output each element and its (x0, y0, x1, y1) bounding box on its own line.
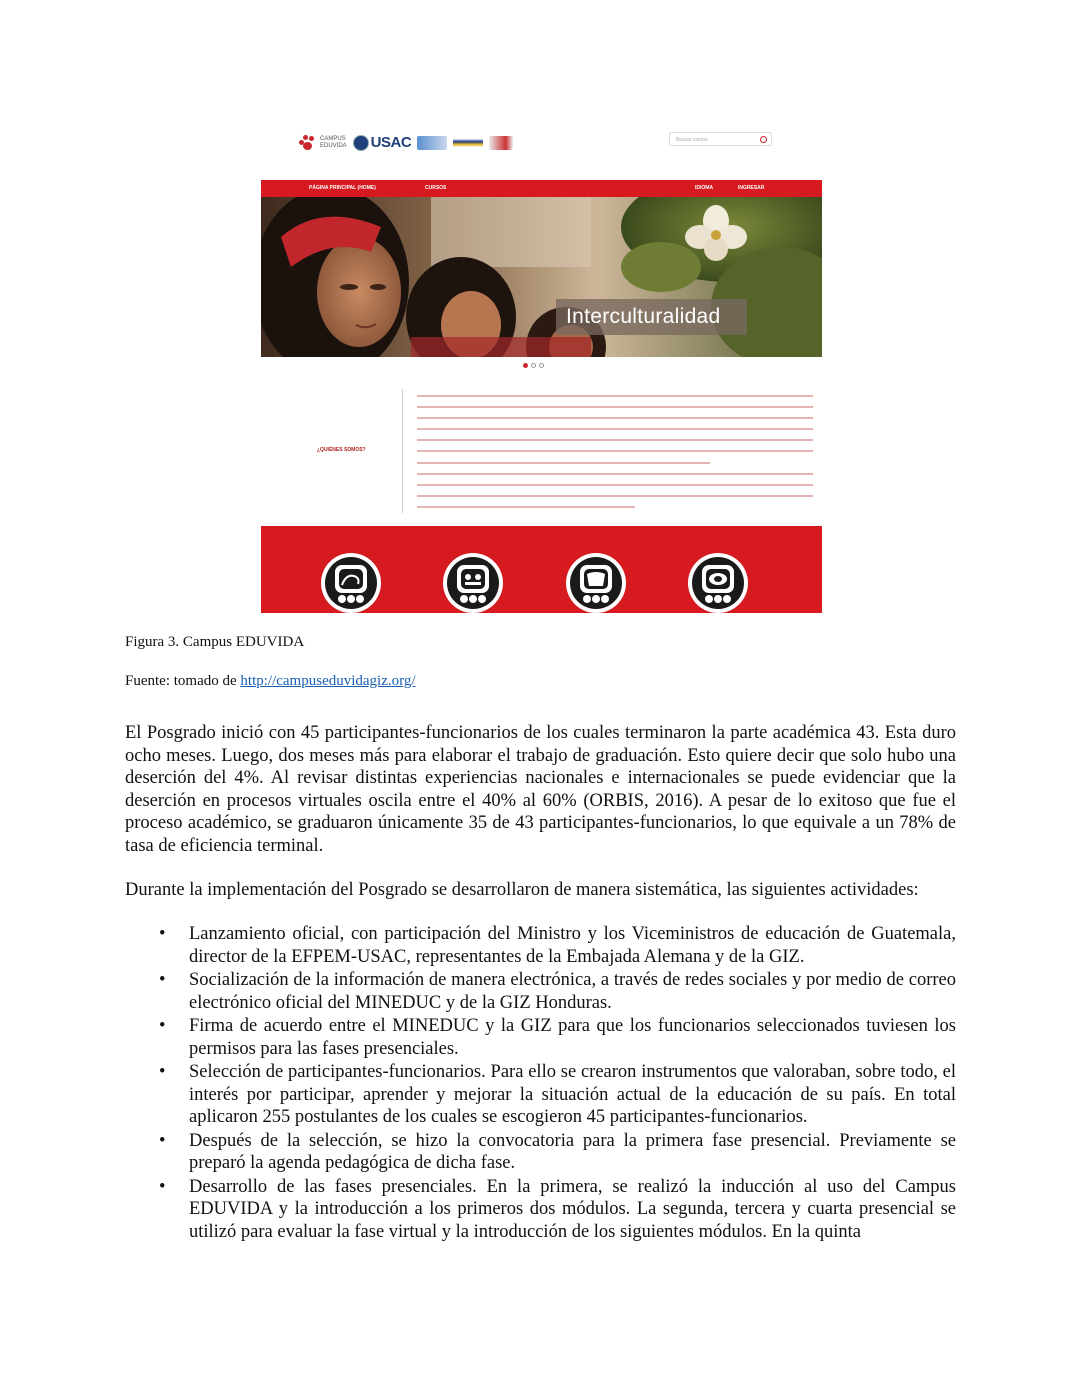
about-title: ¿QUIÉNES SOMOS? (317, 447, 366, 453)
list-item: • Desarrollo de las fases presenciales. E… (125, 1176, 956, 1244)
list-item: • Después de la selección, se hizo la con… (125, 1130, 956, 1175)
usac-logo: USAC (352, 134, 412, 151)
slider-dot-1[interactable] (523, 363, 528, 368)
paw-icon (299, 134, 317, 151)
list-item-text: Desarrollo de las fases presenciales. En… (189, 1176, 956, 1242)
list-item: • Firma de acuerdo entre el MINEDUC y la … (125, 1015, 956, 1060)
hero-slider: Interculturalidad (261, 197, 822, 357)
list-item-text: Firma de acuerdo entre el MINEDUC y la G… (189, 1016, 956, 1059)
footer-icons-band (261, 526, 822, 613)
slider-dot-2[interactable] (531, 363, 536, 368)
bullet-icon: • (159, 1176, 166, 1197)
list-item-text: Socialización de la información de maner… (189, 970, 956, 1013)
site-header: CAMPUS EDUVIDA USAC Buscar cursos (261, 126, 822, 180)
search-placeholder: Buscar cursos (676, 137, 708, 143)
activities-list: • Lanzamiento oficial, con participación … (125, 923, 956, 1244)
usac-seal-icon (352, 134, 369, 151)
source-link[interactable]: http://campuseduvidagiz.org/ (240, 673, 415, 689)
campus-eduvida-logo: CAMPUS EDUVIDA (299, 134, 347, 151)
slider-dots (523, 363, 544, 368)
campus-logo-line1: CAMPUS (320, 135, 346, 142)
campus-eduvida-screenshot: CAMPUS EDUVIDA USAC Buscar cursos PÁGINA… (261, 126, 822, 613)
about-section: ¿QUIÉNES SOMOS? (261, 381, 822, 521)
list-item: • Socialización de la información de mane… (125, 969, 956, 1014)
bullet-icon: • (159, 1062, 166, 1082)
figure-caption: Figura 3. Campus EDUVIDA (125, 634, 305, 650)
bullet-icon: • (159, 1016, 166, 1036)
search-icon[interactable] (760, 136, 767, 143)
partner-logos: CAMPUS EDUVIDA USAC (299, 134, 514, 151)
nav-login[interactable]: INGRESAR (738, 185, 764, 191)
bullet-icon: • (159, 1130, 166, 1151)
list-item-text: Después de la selección, se hizo la conv… (189, 1130, 956, 1174)
search-input[interactable]: Buscar cursos (669, 132, 772, 146)
figure-source: Fuente: tomado de http://campuseduvidagi… (125, 673, 416, 690)
bullet-icon: • (159, 924, 166, 944)
about-text-block (417, 395, 813, 517)
list-item: • Selección de participantes-funcionarios… (125, 1061, 956, 1129)
nav-language[interactable]: IDIOMA (695, 185, 713, 191)
site-navbar: PÁGINA PRINCIPAL (HOME) CURSOS IDIOMA IN… (261, 180, 822, 197)
mineduc-logo (453, 135, 484, 150)
list-item-text: Selección de participantes-funcionarios.… (189, 1062, 956, 1127)
giz-logo (489, 135, 514, 150)
maya-glyph-3-icon[interactable] (565, 552, 627, 613)
paragraph-activities-intro: Durante la implementación del Posgrado s… (125, 880, 919, 900)
list-item: • Lanzamiento oficial, con participación … (125, 923, 956, 968)
campus-logo-line2: EDUVIDA (320, 142, 347, 149)
hero-banner: Interculturalidad (556, 299, 747, 335)
source-prefix: Fuente: tomado de (125, 673, 241, 689)
bullet-icon: • (159, 970, 166, 990)
nav-home[interactable]: PÁGINA PRINCIPAL (HOME) (309, 185, 376, 191)
nav-courses[interactable]: CURSOS (425, 185, 446, 191)
usac-logo-text: USAC (370, 134, 412, 151)
maya-glyph-2-icon[interactable] (442, 552, 504, 613)
guatemala-logo (417, 135, 448, 150)
list-item-text: Lanzamiento oficial, con participación d… (189, 924, 956, 967)
about-divider (402, 389, 403, 513)
paragraph-results: El Posgrado inició con 45 participantes-… (125, 723, 956, 856)
slider-dot-3[interactable] (539, 363, 544, 368)
maya-glyph-1-icon[interactable] (320, 552, 382, 613)
maya-glyph-4-icon[interactable] (687, 552, 749, 613)
